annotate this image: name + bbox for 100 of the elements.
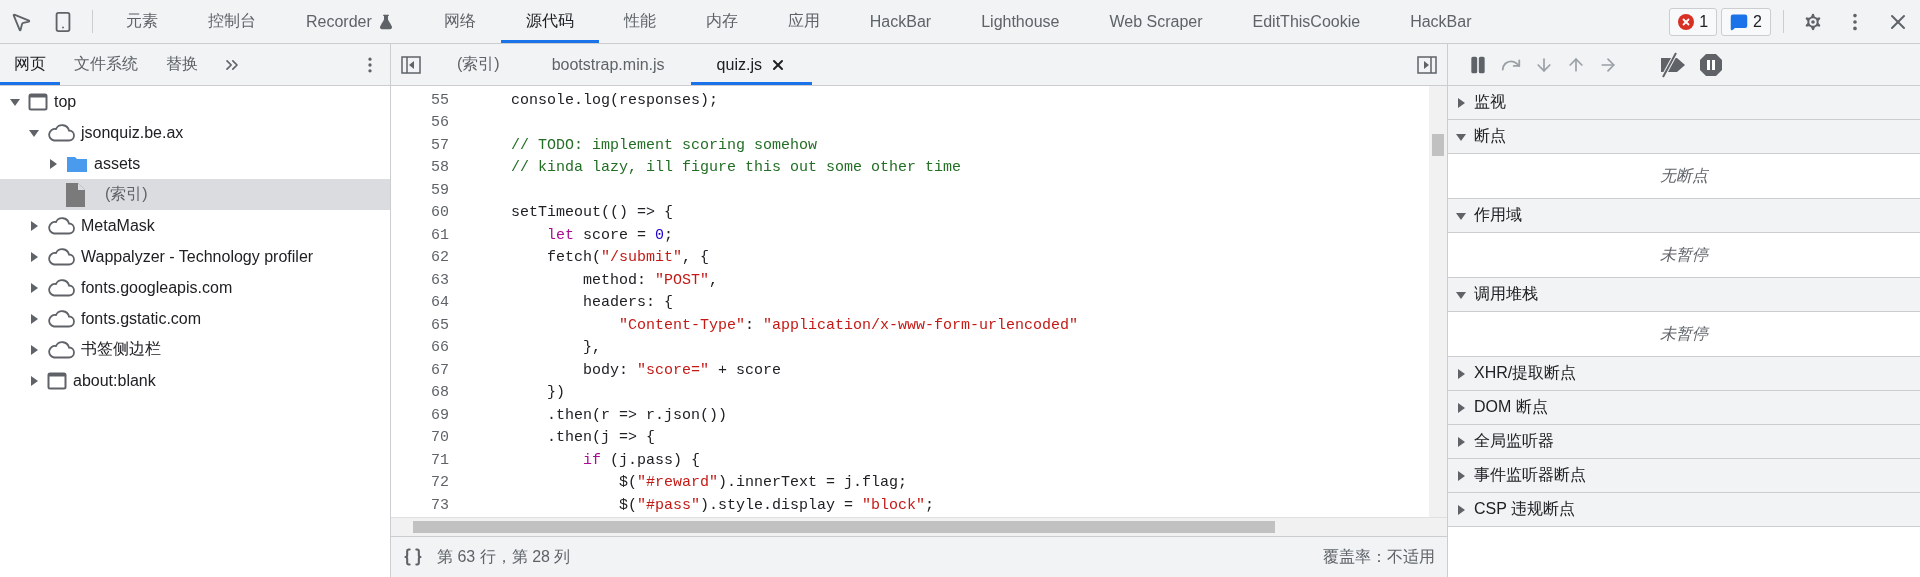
toggle-navigator-icon[interactable] (401, 55, 421, 74)
collapsed-arrow-icon[interactable] (1456, 402, 1466, 413)
line-number: 68 (430, 384, 450, 402)
collapsed-arrow-icon[interactable] (29, 220, 39, 231)
line-number: 56 (430, 114, 450, 132)
code-line: }) (546, 384, 565, 402)
code-line: // TODO: implement scoring somehow (510, 136, 818, 154)
code-line: .then(j => { (546, 429, 656, 447)
error-icon (1678, 13, 1695, 30)
code-line: "Content-Type": "application/x-www-form-urlencoded" (618, 316, 1079, 334)
tree-item[interactable]: fonts.gstatic.com (0, 303, 390, 334)
file-tab[interactable]: bootstrap.min.js (525, 44, 691, 85)
window-icon (47, 371, 67, 390)
section-header[interactable]: 监视 (1448, 86, 1920, 120)
expanded-arrow-icon[interactable] (1456, 210, 1466, 221)
file-tab[interactable]: quiz.js (690, 44, 812, 85)
coverage-text: 覆盖率：不适用 (1323, 546, 1435, 567)
vertical-scrollbar[interactable] (1429, 86, 1447, 517)
collapsed-arrow-icon[interactable] (1456, 436, 1466, 447)
collapsed-arrow-icon[interactable] (1456, 97, 1466, 108)
cursor-position: 第 63 行，第 28 列 (437, 546, 571, 567)
cloud-icon (47, 340, 75, 359)
collapsed-arrow-icon[interactable] (29, 282, 39, 293)
tree-item[interactable]: (索引) (0, 179, 390, 210)
tree-item[interactable]: jsonquiz.be.ax (0, 117, 390, 148)
tree-item[interactable]: fonts.googleapis.com (0, 272, 390, 303)
code-line: headers: { (582, 294, 674, 312)
line-number: 57 (430, 136, 450, 154)
line-number: 66 (430, 339, 450, 357)
section-header[interactable]: DOM 断点 (1448, 391, 1920, 425)
code-line: let score = 0; (546, 226, 674, 244)
section-header[interactable]: 事件监听器断点 (1448, 459, 1920, 493)
expanded-arrow-icon[interactable] (1456, 131, 1466, 142)
panel-tab[interactable]: 应用 (762, 0, 845, 43)
tree-item[interactable]: MetaMask (0, 210, 390, 241)
section-header[interactable]: 作用域 (1448, 199, 1920, 233)
line-number: 59 (430, 181, 450, 199)
panel-tab[interactable]: 网络 (418, 0, 501, 43)
line-number: 61 (430, 226, 450, 244)
code-line: setTimeout(() => { (510, 204, 674, 222)
tree-item[interactable]: Wappalyzer - Technology profiler (0, 241, 390, 272)
navigator-tab[interactable]: 替换 (152, 44, 212, 85)
tree-item[interactable]: 书签侧边栏 (0, 334, 390, 365)
navigator-tab[interactable]: 文件系统 (60, 44, 152, 85)
code-line: body: "score=" + score (582, 361, 782, 379)
horizontal-scrollbar[interactable] (391, 517, 1447, 536)
pause-exceptions-icon[interactable] (1699, 52, 1723, 77)
folder-icon (66, 154, 88, 173)
panel-tab[interactable]: Recorder (281, 0, 419, 43)
expanded-arrow-icon[interactable] (29, 127, 39, 138)
code-line: if (j.pass) { (582, 451, 701, 469)
message-icon (1730, 12, 1749, 31)
pause-icon[interactable] (1468, 54, 1488, 75)
line-number: 71 (430, 451, 450, 469)
collapsed-arrow-icon[interactable] (48, 158, 58, 169)
toggle-debugger-icon[interactable] (1417, 55, 1437, 74)
expanded-arrow-icon[interactable] (1456, 289, 1466, 300)
code-line: .then(r => r.json()) (546, 406, 728, 424)
error-counter[interactable]: 1 (1669, 7, 1718, 36)
section-header[interactable]: 全局监听器 (1448, 425, 1920, 459)
panel-tab[interactable]: HackBar (1385, 0, 1497, 43)
file-tab[interactable]: (索引) (431, 44, 526, 85)
tree-item[interactable]: assets (0, 148, 390, 179)
line-number: 67 (430, 361, 450, 379)
panel-tab[interactable]: Web Scraper (1084, 0, 1228, 43)
collapsed-arrow-icon[interactable] (1456, 470, 1466, 481)
panel-tab[interactable]: EditThisCookie (1227, 0, 1386, 43)
code-line: // kinda lazy, ill figure this out some other time (510, 159, 962, 177)
tree-item[interactable]: top (0, 86, 390, 117)
line-number: 55 (430, 91, 450, 109)
panel-tab[interactable]: 元素 (101, 0, 183, 43)
line-number: 60 (430, 204, 450, 222)
pretty-print-icon[interactable] (403, 547, 423, 567)
message-counter[interactable]: 2 (1721, 7, 1771, 36)
collapsed-arrow-icon[interactable] (1456, 504, 1466, 515)
section-header[interactable]: CSP 违规断点 (1448, 493, 1920, 527)
line-number: 63 (430, 271, 450, 289)
line-number: 70 (430, 429, 450, 447)
panel-tab[interactable]: 性能 (598, 0, 681, 43)
panel-tab[interactable]: 内存 (680, 0, 763, 43)
collapsed-arrow-icon[interactable] (29, 313, 39, 324)
section-header[interactable]: XHR/提取断点 (1448, 357, 1920, 391)
panel-tab[interactable]: Lighthouse (956, 0, 1085, 43)
tree-item[interactable]: about:blank (0, 365, 390, 396)
section-header[interactable]: 断点 (1448, 120, 1920, 154)
expanded-arrow-icon[interactable] (10, 96, 20, 107)
section-header[interactable]: 调用堆栈 (1448, 278, 1920, 312)
flask-icon (377, 13, 394, 30)
panel-tab[interactable]: HackBar (844, 0, 957, 43)
collapsed-arrow-icon[interactable] (1456, 368, 1466, 379)
cloud-icon (47, 247, 75, 266)
line-number: 58 (430, 159, 450, 177)
panel-tab[interactable]: 控制台 (183, 0, 281, 43)
navigator-tab[interactable]: 网页 (0, 44, 60, 85)
collapsed-arrow-icon[interactable] (29, 375, 39, 386)
collapsed-arrow-icon[interactable] (29, 251, 39, 262)
collapsed-arrow-icon[interactable] (29, 344, 39, 355)
code-line: console.log(responses); (510, 91, 719, 109)
deactivate-breakpoints-icon[interactable] (1659, 51, 1687, 78)
line-number: 73 (430, 496, 450, 514)
